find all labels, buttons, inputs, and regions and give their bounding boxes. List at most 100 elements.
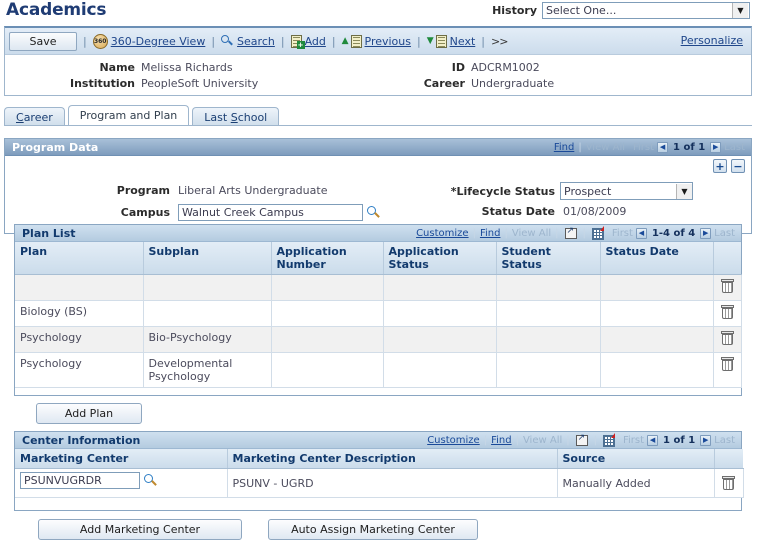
toolbar-label-360[interactable]: 360-Degree View [111, 35, 206, 48]
history-label: History [492, 4, 537, 17]
toolbar-label-add[interactable]: Add [305, 35, 326, 48]
tab-program-and-plan[interactable]: Program and Plan [67, 105, 190, 126]
chevron-down-icon[interactable]: ▼ [676, 183, 692, 199]
trash-icon[interactable] [720, 357, 734, 371]
center-information-find-link[interactable]: Find [491, 435, 512, 446]
previous-list-icon [350, 34, 362, 48]
expand-icon[interactable] [575, 433, 588, 446]
toolbar-label-next[interactable]: Next [450, 35, 476, 48]
add-row-button[interactable]: + [713, 159, 727, 173]
marketing-center-input[interactable]: PSUNVUGRDR [20, 472, 140, 489]
center-information-first-link[interactable]: First [623, 435, 644, 446]
table-row[interactable]: Biology (BS) [15, 300, 742, 327]
tab-last-school[interactable]: Last School [192, 107, 280, 126]
toolbar-item-search[interactable]: Search [221, 34, 275, 48]
program-data-view-all-link[interactable]: View All [586, 142, 625, 153]
toolbar-item-next[interactable]: ▼ Next [427, 34, 476, 48]
row-action-buttons: + − [713, 159, 745, 173]
cell-subplan: Developmental Psychology [143, 352, 272, 388]
nav-prev-icon[interactable]: ◀ [657, 142, 669, 153]
lifecycle-status-select[interactable]: Prospect ▼ [560, 182, 693, 200]
tab-career[interactable]: Career [4, 107, 65, 126]
add-marketing-center-button[interactable]: Add Marketing Center [38, 519, 242, 540]
trash-icon[interactable] [720, 279, 734, 293]
center-information-customize-link[interactable]: Customize [427, 435, 480, 446]
cell-subplan [143, 300, 272, 327]
lookup-icon[interactable] [144, 473, 158, 488]
table-row[interactable]: Psychology Bio-Psychology [15, 326, 742, 353]
plan-list-customize-link[interactable]: Customize [416, 228, 469, 239]
plan-list-view-all-link[interactable]: View All [512, 228, 551, 239]
save-button[interactable]: Save [9, 31, 77, 51]
cell-delete[interactable] [713, 326, 742, 353]
nav-next-icon[interactable]: ▶ [700, 228, 712, 239]
program-data-last-link[interactable]: Last [724, 142, 745, 153]
nav-prev-icon[interactable]: ◀ [647, 435, 659, 446]
ci-pipe-3: | [566, 435, 570, 446]
auto-assign-marketing-center-button[interactable]: Auto Assign Marketing Center [268, 519, 478, 540]
table-row[interactable]: PSUNVUGRDR PSUNV - UGRD Manually Added [15, 468, 744, 498]
ci-pipe-1: | [483, 435, 488, 446]
history-select[interactable]: Select One... ▼ [542, 2, 750, 19]
program-data-find-link[interactable]: Find [554, 142, 575, 153]
chevron-down-icon[interactable]: ▼ [732, 3, 748, 18]
expand-icon[interactable] [564, 226, 577, 239]
toolbar-label-search[interactable]: Search [237, 35, 275, 48]
toolbar-item-360-degree-view[interactable]: 360 360-Degree View [92, 33, 206, 49]
plan-list-pipe-1: | [472, 228, 476, 239]
center-information-view-all-link[interactable]: View All [523, 435, 562, 446]
ci-pipe-4: | [593, 435, 597, 446]
column-header-subplan: Subplan [143, 242, 272, 275]
toolbar-more-button[interactable]: >> [491, 35, 508, 48]
column-header-marketing-center-description: Marketing Center Description [227, 449, 558, 469]
add-plan-button[interactable]: Add Plan [36, 403, 142, 424]
lookup-icon[interactable] [367, 205, 381, 220]
delete-row-button[interactable]: − [731, 159, 745, 173]
toolbar-item-add[interactable]: + Add [290, 34, 326, 49]
cell-delete[interactable] [713, 352, 742, 388]
download-spreadsheet-icon[interactable] [591, 225, 604, 240]
cell-application-status [383, 274, 497, 301]
plan-list-pipe-4: | [582, 228, 586, 239]
nav-prev-icon[interactable]: ◀ [635, 228, 647, 239]
table-row[interactable]: Psychology Developmental Psychology [15, 352, 742, 388]
nav-next-icon[interactable]: ▶ [710, 142, 722, 153]
cell-application-status [383, 352, 497, 388]
toolbar-separator-3: | [280, 34, 285, 48]
plan-list-find-link[interactable]: Find [480, 228, 501, 239]
action-toolbar: Save | 360 360-Degree View | Search | + … [5, 28, 751, 55]
cell-application-status [383, 326, 497, 353]
toolbar-separator-5: | [417, 34, 421, 48]
search-icon [221, 34, 234, 48]
campus-input[interactable]: Walnut Creek Campus [178, 204, 363, 221]
center-information-last-link[interactable]: Last [714, 435, 735, 446]
cell-delete[interactable] [714, 468, 744, 498]
table-row[interactable] [15, 274, 742, 301]
toolbar-item-previous[interactable]: ▲ Previous [342, 34, 412, 48]
cell-delete[interactable] [713, 274, 742, 301]
plan-list-pipe-3: | [555, 228, 559, 239]
trash-icon[interactable] [722, 476, 735, 490]
program-data-first-link[interactable]: First [633, 142, 654, 153]
toolbar-label-previous[interactable]: Previous [365, 35, 412, 48]
column-header-source: Source [557, 449, 715, 469]
academics-page: Academics History Select One... ▼ Save |… [0, 0, 758, 547]
personalize-link[interactable]: Personalize [681, 34, 743, 47]
id-value: ADCRM1002 [471, 60, 540, 74]
next-list-icon [435, 34, 447, 48]
lifecycle-status-value: Prospect [564, 184, 612, 198]
column-header-application-status: Application Status [383, 242, 497, 275]
cell-delete[interactable] [713, 300, 742, 327]
program-data-count: 1 of 1 [673, 142, 706, 153]
plan-list-last-link[interactable]: Last [714, 228, 735, 239]
status-date-value: 01/08/2009 [563, 205, 627, 218]
cell-student-status [496, 300, 601, 327]
download-spreadsheet-icon[interactable] [603, 432, 615, 447]
column-header-delete [714, 449, 743, 469]
program-data-header: Program Data Find | View All First ◀ 1 o… [5, 139, 751, 156]
plan-list-first-link[interactable]: First [612, 228, 633, 239]
cell-plan [15, 274, 144, 301]
nav-next-icon[interactable]: ▶ [700, 435, 712, 446]
trash-icon[interactable] [720, 305, 734, 319]
trash-icon[interactable] [720, 331, 734, 345]
